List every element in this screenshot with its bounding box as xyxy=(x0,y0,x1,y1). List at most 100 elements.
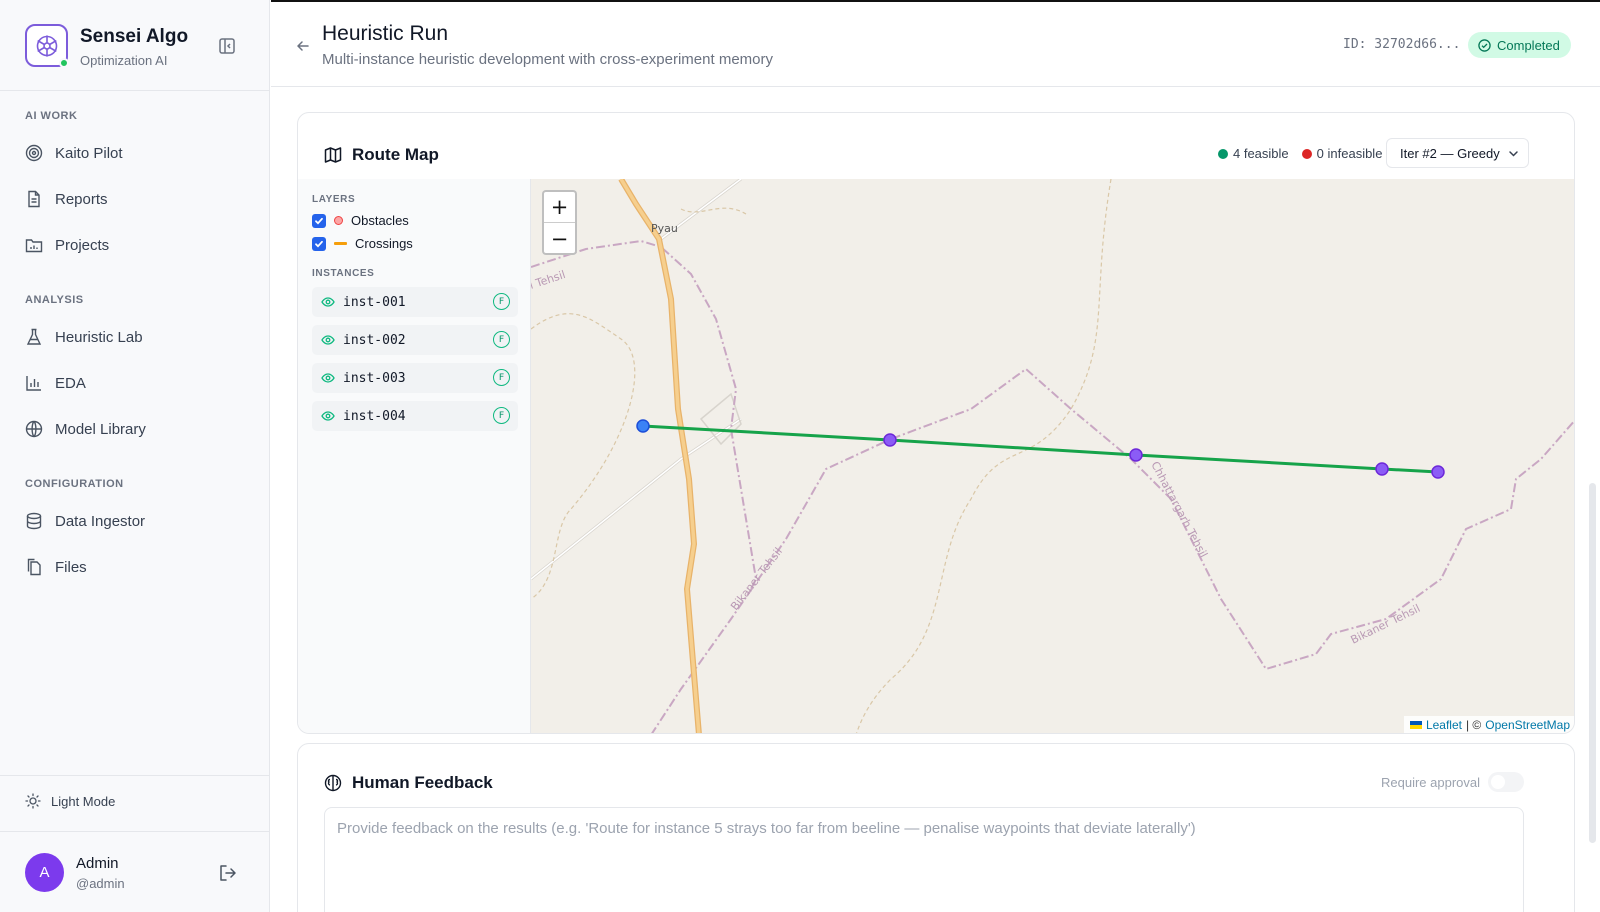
obstacles-checkbox[interactable] xyxy=(312,213,326,228)
page-header: Heuristic Run Multi-instance heuristic d… xyxy=(271,0,1600,87)
user-handle: @admin xyxy=(76,876,125,891)
map-icon xyxy=(324,146,342,164)
online-status-dot xyxy=(59,58,69,68)
brand-name: Sensei Algo xyxy=(80,26,189,47)
back-arrow-icon[interactable] xyxy=(295,38,311,54)
human-feedback-card: Human Feedback Require approval xyxy=(297,743,1575,912)
eye-icon[interactable] xyxy=(321,295,335,309)
brain-icon xyxy=(324,774,342,792)
route-waypoint[interactable] xyxy=(883,433,897,447)
crossings-checkbox[interactable] xyxy=(312,236,326,251)
boundary-line xyxy=(531,239,758,590)
nav-section-configuration: CONFIGURATION xyxy=(25,478,124,490)
nav-section-ai-work: AI WORK xyxy=(25,110,78,122)
instance-row[interactable]: inst-004 F xyxy=(312,401,518,431)
app-logo xyxy=(25,24,69,68)
route-path[interactable] xyxy=(642,424,1439,474)
page-subtitle: Multi-instance heuristic development wit… xyxy=(322,51,773,68)
crossing-swatch xyxy=(334,242,347,245)
route-waypoint[interactable] xyxy=(1129,448,1143,462)
check-circle-icon xyxy=(1478,38,1491,52)
feasible-label: 4 feasible xyxy=(1233,146,1289,161)
trail xyxy=(856,179,1112,733)
infeasible-count: 0 infeasible xyxy=(1301,146,1382,161)
sidebar-item-label: Model Library xyxy=(55,420,146,438)
minor-road xyxy=(531,417,742,581)
feasible-badge: F xyxy=(493,331,510,348)
globe-icon xyxy=(25,420,43,438)
instance-row[interactable]: inst-001 F xyxy=(312,287,518,317)
infeasible-dot xyxy=(1301,148,1312,159)
highway xyxy=(618,179,702,733)
route-waypoint[interactable] xyxy=(1375,462,1389,476)
instance-id: inst-004 xyxy=(343,408,406,424)
human-feedback-title-text: Human Feedback xyxy=(352,773,493,792)
sidebar-item-files[interactable]: Files xyxy=(25,551,245,583)
folder-chart-icon xyxy=(25,236,43,254)
scrollbar-thumb[interactable] xyxy=(1589,483,1596,843)
feasible-badge: F xyxy=(493,369,510,386)
sidebar-item-reports[interactable]: Reports xyxy=(25,183,245,215)
user-name: Admin xyxy=(76,855,119,872)
instance-row[interactable]: inst-002 F xyxy=(312,325,518,355)
sidebar-item-label: Data Ingestor xyxy=(55,512,146,530)
brand-subtitle: Optimization AI xyxy=(80,53,168,68)
route-start-point[interactable] xyxy=(636,419,650,433)
human-feedback-title: Human Feedback xyxy=(324,773,493,793)
require-approval-toggle[interactable] xyxy=(1488,772,1524,792)
layer-label: Obstacles xyxy=(351,213,409,228)
trail xyxy=(531,313,636,600)
layer-obstacles[interactable]: Obstacles xyxy=(312,213,409,228)
theme-toggle-button[interactable]: Light Mode xyxy=(25,793,115,809)
layers-heading: LAYERS xyxy=(312,194,356,205)
instance-row[interactable]: inst-003 F xyxy=(312,363,518,393)
toggle-knob xyxy=(1491,775,1505,789)
document-icon xyxy=(25,190,43,208)
feasibility-legend: 4 feasible 0 infeasible xyxy=(1218,146,1395,161)
sidebar-item-label: Files xyxy=(55,558,87,576)
eye-icon[interactable] xyxy=(321,409,335,423)
map-tiles: Pyau l Tehsil Bikaner Tehsil Bikaner Teh… xyxy=(531,179,1574,733)
user-profile: A Admin @admin xyxy=(0,831,270,912)
files-icon xyxy=(25,558,43,576)
sidebar-item-kaito-pilot[interactable]: Kaito Pilot xyxy=(25,137,245,169)
eye-icon[interactable] xyxy=(321,371,335,385)
route-map-title: Route Map xyxy=(324,145,439,165)
map-label-tehsil: l Tehsil xyxy=(531,268,567,292)
logout-icon[interactable] xyxy=(218,863,238,883)
zoom-control: + − xyxy=(542,190,577,255)
feedback-textarea[interactable] xyxy=(324,807,1524,912)
iteration-select-value: Iter #2 — Greedy xyxy=(1400,145,1500,161)
bar-chart-icon xyxy=(25,374,43,392)
eye-icon[interactable] xyxy=(321,333,335,347)
layer-label: Crossings xyxy=(355,236,413,251)
sidebar-item-data-ingestor[interactable]: Data Ingestor xyxy=(25,505,245,537)
snowflake-logo-icon xyxy=(36,34,57,57)
target-icon xyxy=(25,144,43,162)
feasible-dot xyxy=(1218,148,1228,159)
chevron-down-icon xyxy=(1507,147,1520,160)
feasible-badge: F xyxy=(493,293,510,310)
map-label-pyau: Pyau xyxy=(651,222,678,235)
main-content: Route Map 4 feasible 0 infeasible Iter #… xyxy=(271,88,1600,912)
sidebar-item-eda[interactable]: EDA xyxy=(25,367,245,399)
iteration-select[interactable]: Iter #2 — Greedy xyxy=(1386,138,1529,168)
osm-link[interactable]: OpenStreetMap xyxy=(1485,718,1570,732)
instances-heading: INSTANCES xyxy=(312,268,375,279)
sidebar-item-label: Kaito Pilot xyxy=(55,144,123,162)
sidebar-item-projects[interactable]: Projects xyxy=(25,229,245,261)
leaflet-link[interactable]: Leaflet xyxy=(1426,718,1462,732)
sidebar-collapse-icon[interactable] xyxy=(218,37,236,55)
sidebar-item-label: Reports xyxy=(55,190,108,208)
status-badge: Completed xyxy=(1468,32,1571,58)
route-end-point[interactable] xyxy=(1431,465,1445,479)
sidebar-item-heuristic-lab[interactable]: Heuristic Lab xyxy=(25,321,245,353)
trail xyxy=(680,207,747,215)
route-map-canvas[interactable]: Pyau l Tehsil Bikaner Tehsil Bikaner Teh… xyxy=(531,179,1574,733)
sidebar-item-model-library[interactable]: Model Library xyxy=(25,413,245,445)
layer-crossings[interactable]: Crossings xyxy=(312,236,413,251)
zoom-out-button[interactable]: − xyxy=(544,223,575,254)
avatar[interactable]: A xyxy=(25,853,64,892)
zoom-in-button[interactable]: + xyxy=(544,192,575,223)
layers-panel: LAYERS Obstacles Crossings INSTANCES ins… xyxy=(298,179,531,733)
